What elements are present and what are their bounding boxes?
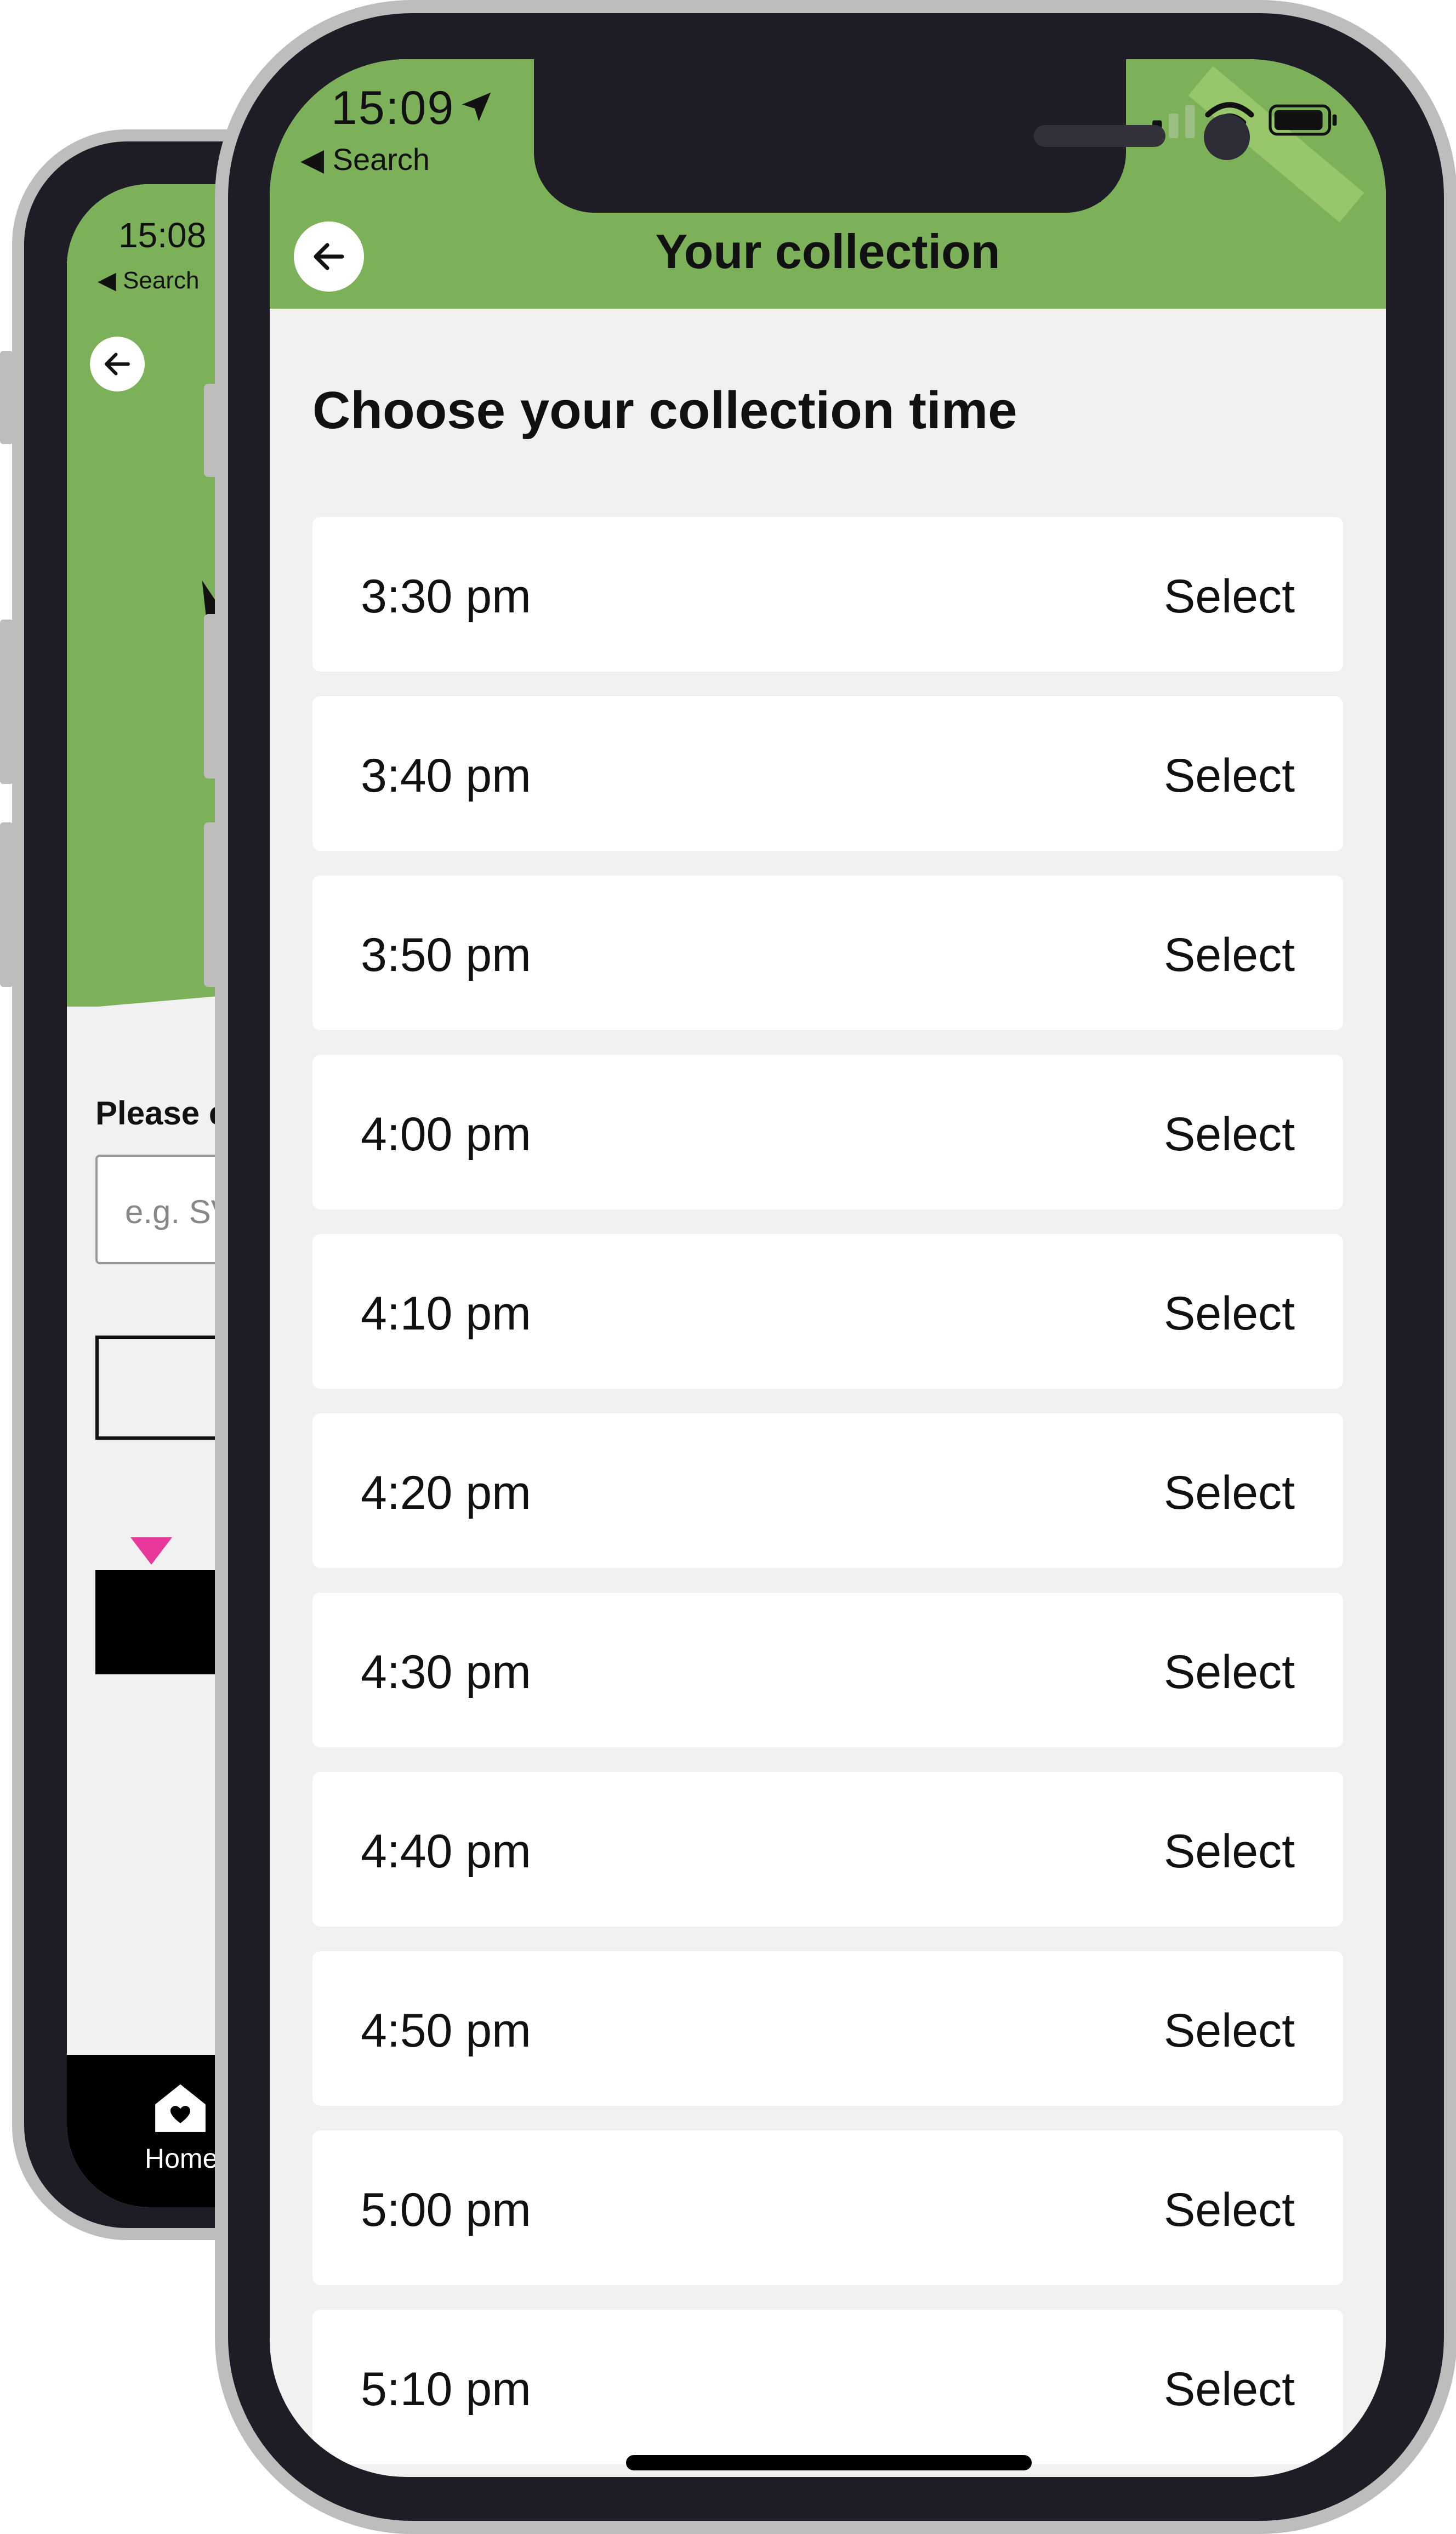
collection-slot[interactable]: 3:50 pm Select (312, 876, 1343, 1030)
slot-time: 4:20 pm (361, 1467, 531, 1519)
slot-time: 5:10 pm (361, 2363, 531, 2416)
slot-time: 4:00 pm (361, 1108, 531, 1161)
collection-slot[interactable]: 4:20 pm Select (312, 1413, 1343, 1568)
collection-slot[interactable]: 4:30 pm Select (312, 1593, 1343, 1747)
home-indicator[interactable] (626, 2455, 1032, 2470)
status-back-link[interactable]: ◀ Search (300, 141, 430, 178)
slot-time: 3:30 pm (361, 570, 531, 623)
select-button[interactable]: Select (1164, 1466, 1295, 1520)
tab-home-label[interactable]: Home (145, 2143, 218, 2174)
back-phone-side-button (0, 351, 13, 444)
slot-time: 5:00 pm (361, 2184, 531, 2236)
collection-slot[interactable]: 5:10 pm Select (312, 2310, 1343, 2464)
back-status-back-link[interactable]: ◀ Search (98, 266, 199, 294)
select-button[interactable]: Select (1164, 928, 1295, 982)
select-button[interactable]: Select (1164, 1645, 1295, 1700)
device-speaker (1034, 125, 1165, 147)
select-button[interactable]: Select (1164, 2004, 1295, 2058)
home-heart-icon[interactable] (150, 2077, 211, 2137)
select-button[interactable]: Select (1164, 570, 1295, 624)
slot-time: 3:40 pm (361, 749, 531, 802)
select-button[interactable]: Select (1164, 2362, 1295, 2417)
select-button[interactable]: Select (1164, 1107, 1295, 1162)
select-button[interactable]: Select (1164, 749, 1295, 803)
page-title: Your collection (655, 224, 1000, 279)
select-button[interactable]: Select (1164, 1825, 1295, 1879)
back-arrow-icon (105, 353, 130, 376)
back-pink-marker-icon (130, 1537, 172, 1565)
back-status-time: 15:08 (118, 215, 207, 255)
collection-slot[interactable]: 4:00 pm Select (312, 1055, 1343, 1209)
collection-slot[interactable]: 4:10 pm Select (312, 1234, 1343, 1389)
back-back-button[interactable] (90, 337, 145, 391)
slot-time: 4:40 pm (361, 1825, 531, 1878)
device-notch (534, 59, 1250, 213)
collection-slot[interactable]: 4:40 pm Select (312, 1772, 1343, 1927)
back-header-decoration (67, 184, 231, 218)
location-arrow-icon (462, 92, 491, 122)
slot-time: 4:50 pm (361, 2004, 531, 2057)
back-phone-side-button (0, 822, 13, 987)
section-title: Choose your collection time (312, 381, 1017, 440)
device-camera (1204, 114, 1250, 160)
slot-time: 4:10 pm (361, 1287, 531, 1340)
collection-slot[interactable]: 4:50 pm Select (312, 1951, 1343, 2106)
select-button[interactable]: Select (1164, 2183, 1295, 2237)
collection-slot[interactable]: 3:40 pm Select (312, 696, 1343, 851)
select-button[interactable]: Select (1164, 1287, 1295, 1341)
collection-slot[interactable]: 3:30 pm Select (312, 517, 1343, 672)
status-time: 15:09 (331, 82, 455, 134)
back-postcode-label: Please e (95, 1095, 228, 1132)
battery-icon (1269, 104, 1337, 136)
slot-time: 4:30 pm (361, 1646, 531, 1698)
front-phone-screen: 15:09 ◀ Search Your collection Choose yo… (270, 59, 1386, 2477)
collection-slot[interactable]: 5:00 pm Select (312, 2130, 1343, 2285)
back-phone-side-button (0, 620, 13, 784)
collection-time-list: 3:30 pm Select 3:40 pm Select 3:50 pm Se… (312, 517, 1343, 2477)
slot-time: 3:50 pm (361, 929, 531, 981)
